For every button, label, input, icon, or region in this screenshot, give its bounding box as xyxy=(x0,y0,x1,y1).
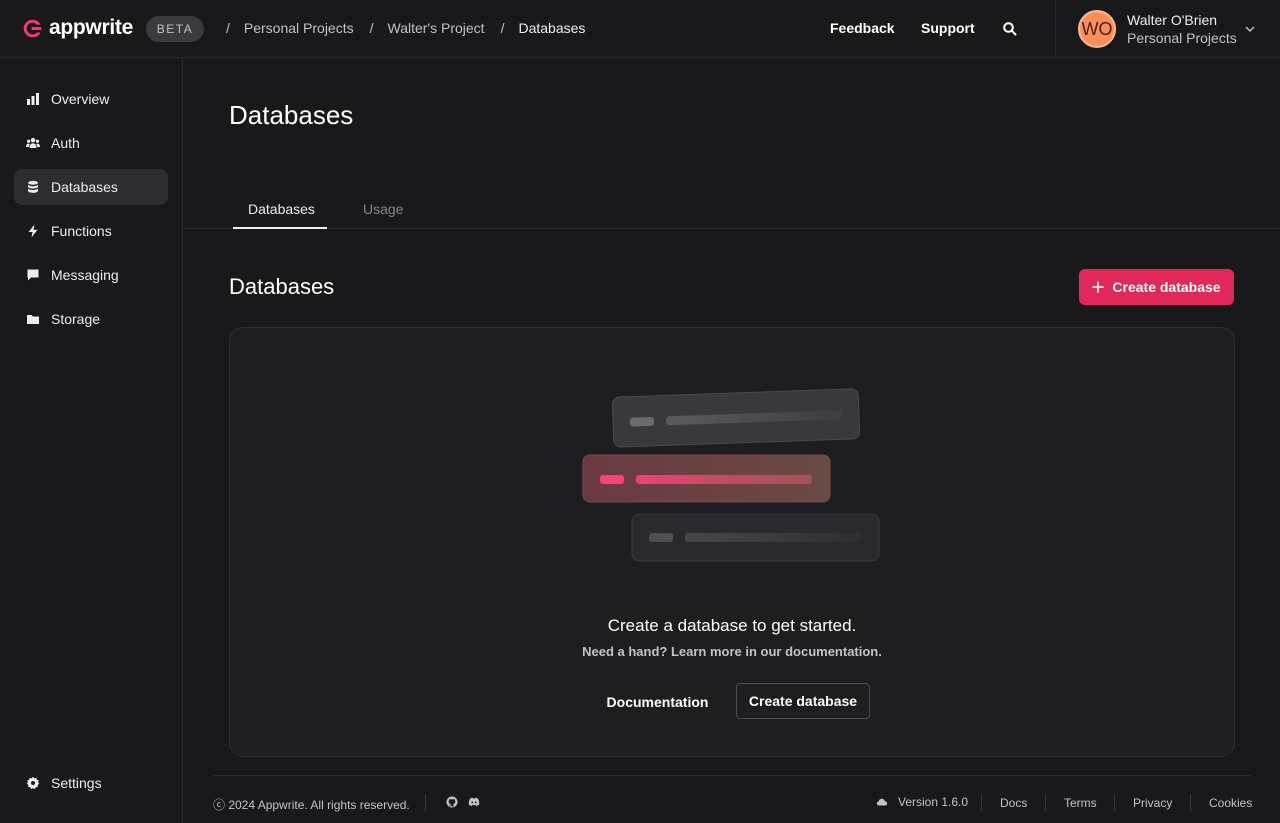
sidebar-item-label: Messaging xyxy=(51,267,119,283)
footer-link-terms[interactable]: Terms xyxy=(1064,796,1097,810)
beta-badge: BETA xyxy=(146,16,204,42)
sidebar-item-storage[interactable]: Storage xyxy=(14,301,168,337)
breadcrumb-separator: / xyxy=(500,20,505,36)
footer-divider xyxy=(1190,794,1191,811)
empty-state-title: Create a database to get started. xyxy=(607,616,857,635)
breadcrumb-project[interactable]: Walter's Project xyxy=(388,20,485,36)
footer-link-cookies[interactable]: Cookies xyxy=(1209,796,1252,810)
feedback-button[interactable]: Feedback xyxy=(830,20,895,36)
top-header: appwrite BETA / Personal Projects / Walt… xyxy=(0,0,1280,58)
avatar[interactable]: WO xyxy=(1078,10,1116,48)
user-name[interactable]: Walter O'Brien xyxy=(1127,12,1217,28)
breadcrumb: / Personal Projects / Walter's Project /… xyxy=(226,20,601,36)
sidebar-item-databases[interactable]: Databases xyxy=(14,169,168,205)
sidebar-item-label: Overview xyxy=(51,91,110,107)
footer-divider xyxy=(1045,794,1046,811)
footer-divider xyxy=(425,794,426,811)
sidebar-item-auth[interactable]: Auth xyxy=(14,125,168,161)
support-button[interactable]: Support xyxy=(921,20,975,36)
breadcrumb-current[interactable]: Databases xyxy=(518,20,585,36)
sidebar-item-label: Settings xyxy=(51,775,102,791)
appwrite-logo-icon xyxy=(23,19,42,37)
breadcrumb-separator: / xyxy=(226,20,230,36)
footer-link-docs[interactable]: Docs xyxy=(1000,796,1027,810)
chart-icon xyxy=(26,92,40,106)
documentation-button[interactable]: Documentation xyxy=(600,684,715,720)
plus-icon xyxy=(1092,281,1105,293)
users-icon xyxy=(26,136,40,150)
header-divider xyxy=(1055,0,1056,58)
database-icon xyxy=(26,180,40,194)
breadcrumb-organization[interactable]: Personal Projects xyxy=(244,20,354,36)
discord-icon[interactable] xyxy=(468,796,480,808)
sidebar-item-settings[interactable]: Settings xyxy=(14,765,168,801)
cloud-icon xyxy=(876,798,888,806)
footer-divider xyxy=(1114,794,1115,811)
lightning-icon xyxy=(26,224,40,238)
user-organization[interactable]: Personal Projects xyxy=(1127,30,1237,46)
sidebar-item-label: Databases xyxy=(51,179,118,195)
folder-icon xyxy=(26,312,40,326)
create-database-label: Create database xyxy=(1112,279,1221,295)
sidebar-item-label: Storage xyxy=(51,311,101,327)
tab-databases[interactable]: Databases xyxy=(248,201,315,217)
active-tab-indicator xyxy=(233,227,327,229)
github-icon[interactable] xyxy=(446,796,458,808)
appwrite-logo[interactable]: appwrite xyxy=(22,16,133,40)
footer-link-privacy[interactable]: Privacy xyxy=(1133,796,1172,810)
chat-icon xyxy=(26,268,40,282)
footer-divider xyxy=(981,794,982,811)
search-icon[interactable] xyxy=(1002,21,1018,37)
sidebar-item-functions[interactable]: Functions xyxy=(14,213,168,249)
brand-name: appwrite xyxy=(49,16,133,39)
create-database-button[interactable]: Create database xyxy=(1079,269,1234,305)
sidebar-item-messaging[interactable]: Messaging xyxy=(14,257,168,293)
breadcrumb-separator: / xyxy=(369,20,374,36)
tab-bar: Databases Usage xyxy=(183,190,1280,229)
sidebar: Overview Auth Databases Functions Messag… xyxy=(0,58,183,823)
empty-create-database-button[interactable]: Create database xyxy=(736,683,870,719)
page-title: Databases xyxy=(229,100,354,130)
database-illustration xyxy=(582,388,880,562)
footer: ⓒ 2024 Appwrite. All rights reserved. Ve… xyxy=(213,775,1252,823)
chevron-down-icon[interactable] xyxy=(1244,23,1256,35)
empty-state-subtitle: Need a hand? Learn more in our documenta… xyxy=(582,644,882,659)
sidebar-item-label: Auth xyxy=(51,135,80,151)
sidebar-item-label: Functions xyxy=(51,223,112,239)
tab-usage[interactable]: Usage xyxy=(363,201,403,217)
empty-state-card: Create a database to get started. Need a… xyxy=(229,327,1235,757)
section-title: Databases xyxy=(229,274,335,299)
version-text: Version 1.6.0 xyxy=(898,795,969,809)
sidebar-item-overview[interactable]: Overview xyxy=(14,81,168,117)
gear-icon xyxy=(26,776,40,790)
copyright-text: ⓒ 2024 Appwrite. All rights reserved. xyxy=(213,798,410,812)
